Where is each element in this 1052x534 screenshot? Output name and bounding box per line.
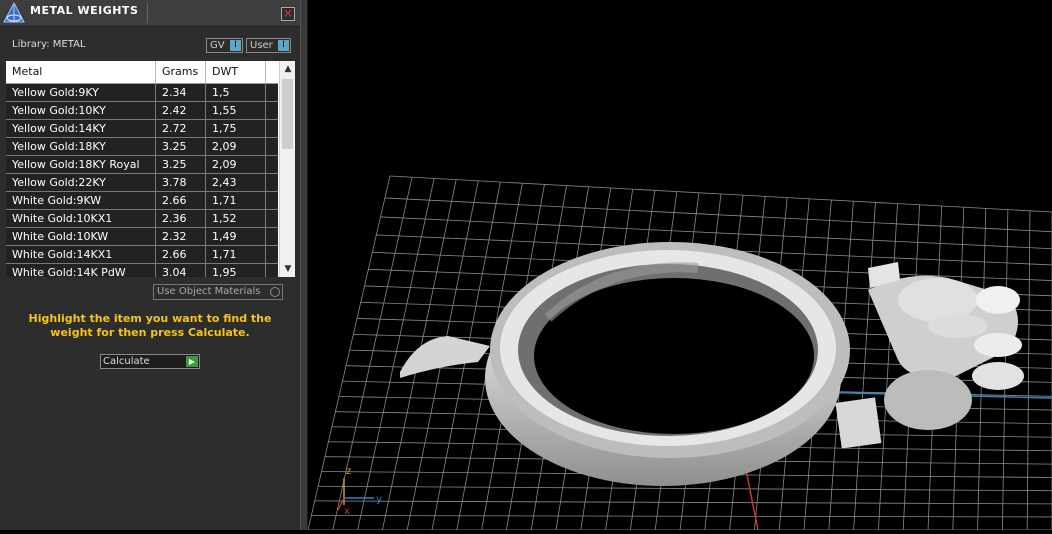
spacer-cell (266, 84, 278, 101)
dwt-cell: 1,71 (206, 192, 266, 209)
dwt-cell: 1,95 (206, 264, 266, 277)
panel-titlebar: METAL WEIGHTS × (0, 0, 300, 27)
metal-cell: White Gold:9KW (6, 192, 156, 209)
dwt-cell: 1,52 (206, 210, 266, 227)
play-arrow-icon: ▶ (186, 356, 198, 367)
panel-title: METAL WEIGHTS (30, 4, 139, 17)
scroll-up-icon[interactable]: ▲ (280, 61, 295, 77)
table-row[interactable]: Yellow Gold:9KY 2.34 1,5 (6, 84, 278, 102)
3d-viewport[interactable]: z y x (307, 0, 1052, 531)
table-row[interactable]: White Gold:14K PdW 3.04 1,95 (6, 264, 278, 277)
panel-splitter[interactable] (300, 0, 308, 530)
metal-cell: Yellow Gold:18KY (6, 138, 156, 155)
grams-cell: 3.25 (156, 156, 206, 173)
dwt-cell: 2,43 (206, 174, 266, 191)
spacer-cell (266, 264, 278, 277)
grams-cell: 3.04 (156, 264, 206, 277)
dwt-cell: 2,09 (206, 156, 266, 173)
spacer-cell (266, 192, 278, 209)
metal-cell: White Gold:14K PdW (6, 264, 156, 277)
dwt-cell: 1,71 (206, 246, 266, 263)
spacer-cell (266, 228, 278, 245)
dwt-cell: 1,49 (206, 228, 266, 245)
table-row[interactable]: Yellow Gold:10KY 2.42 1,55 (6, 102, 278, 120)
metal-cell: Yellow Gold:9KY (6, 84, 156, 101)
user-toggle-icon: I (278, 40, 289, 51)
table-row[interactable]: White Gold:10KX1 2.36 1,52 (6, 210, 278, 228)
spacer-cell (266, 210, 278, 227)
grams-cell: 2.36 (156, 210, 206, 227)
spacer-cell (266, 156, 278, 173)
spacer-cell (266, 138, 278, 155)
gizmo-x-label: x (344, 506, 350, 517)
grams-cell: 2.72 (156, 120, 206, 137)
table-row[interactable]: White Gold:9KW 2.66 1,71 (6, 192, 278, 210)
metal-weights-panel: METAL WEIGHTS × Library: METAL GV I User… (0, 0, 300, 530)
metal-cell: Yellow Gold:18KY Royal (6, 156, 156, 173)
radio-icon (270, 287, 280, 297)
dwt-cell: 1,75 (206, 120, 266, 137)
use-object-materials-label: Use Object Materials (157, 286, 261, 297)
metal-table: Metal Grams DWT Yellow Gold:9KY 2.34 1,5 Ye… (6, 61, 295, 277)
scroll-thumb[interactable] (282, 79, 293, 149)
user-label: User (250, 40, 273, 51)
metal-cell: Yellow Gold:10KY (6, 102, 156, 119)
grams-cell: 3.25 (156, 138, 206, 155)
grams-cell: 2.42 (156, 102, 206, 119)
table-row[interactable]: Yellow Gold:18KY 3.25 2,09 (6, 138, 278, 156)
column-header-metal[interactable]: Metal (6, 61, 156, 83)
dwt-cell: 1,55 (206, 102, 266, 119)
app-logo-icon (3, 1, 25, 23)
grid-line (878, 203, 898, 531)
gizmo-y-label: y (376, 494, 382, 505)
use-object-materials-toggle[interactable]: Use Object Materials (153, 284, 283, 300)
scroll-down-icon[interactable]: ▼ (280, 261, 295, 277)
table-header: Metal Grams DWT (6, 61, 278, 84)
grams-cell: 2.66 (156, 246, 206, 263)
close-button[interactable]: × (281, 7, 295, 21)
dwt-cell: 1,5 (206, 84, 266, 101)
metal-cell: Yellow Gold:22KY (6, 174, 156, 191)
instruction-text: Highlight the item you want to find the … (28, 312, 272, 339)
column-header-dwt[interactable]: DWT (206, 61, 266, 83)
gv-label: GV (210, 40, 225, 51)
spacer-cell (266, 174, 278, 191)
gizmo-z-label: z (346, 466, 351, 477)
table-body: Yellow Gold:9KY 2.34 1,5 Yellow Gold:10KY 2.… (6, 84, 278, 277)
library-label: Library: METAL (12, 39, 86, 50)
grams-cell: 2.66 (156, 192, 206, 209)
table-row[interactable]: White Gold:10KW 2.32 1,49 (6, 228, 278, 246)
grams-cell: 2.32 (156, 228, 206, 245)
table-scrollbar[interactable]: ▲ ▼ (279, 61, 295, 277)
calculate-button[interactable]: Calculate ▶ (100, 354, 200, 369)
title-separator (147, 3, 148, 23)
gv-toggle[interactable]: GV I (206, 38, 243, 53)
gv-toggle-icon: I (230, 40, 241, 51)
grid-line (1026, 210, 1031, 531)
dwt-cell: 2,09 (206, 138, 266, 155)
spacer-cell (266, 246, 278, 263)
table-row[interactable]: Yellow Gold:22KY 3.78 2,43 (6, 174, 278, 192)
user-toggle[interactable]: User I (246, 38, 291, 53)
metal-cell: White Gold:10KW (6, 228, 156, 245)
axis-gizmo: z y x (337, 466, 382, 517)
spacer-cell (266, 102, 278, 119)
column-header-grams[interactable]: Grams (156, 61, 206, 83)
metal-cell: White Gold:14KX1 (6, 246, 156, 263)
spacer-cell (266, 120, 278, 137)
calculate-label: Calculate (103, 356, 150, 367)
table-row[interactable]: Yellow Gold:14KY 2.72 1,75 (6, 120, 278, 138)
table-row[interactable]: Yellow Gold:18KY Royal 3.25 2,09 (6, 156, 278, 174)
table-row[interactable]: White Gold:14KX1 2.66 1,71 (6, 246, 278, 264)
grams-cell: 2.34 (156, 84, 206, 101)
metal-cell: Yellow Gold:14KY (6, 120, 156, 137)
grid-line (332, 177, 413, 531)
metal-cell: White Gold:10KX1 (6, 210, 156, 227)
grams-cell: 3.78 (156, 174, 206, 191)
viewport-canvas: z y x (307, 175, 1052, 531)
grid-line (853, 202, 876, 531)
